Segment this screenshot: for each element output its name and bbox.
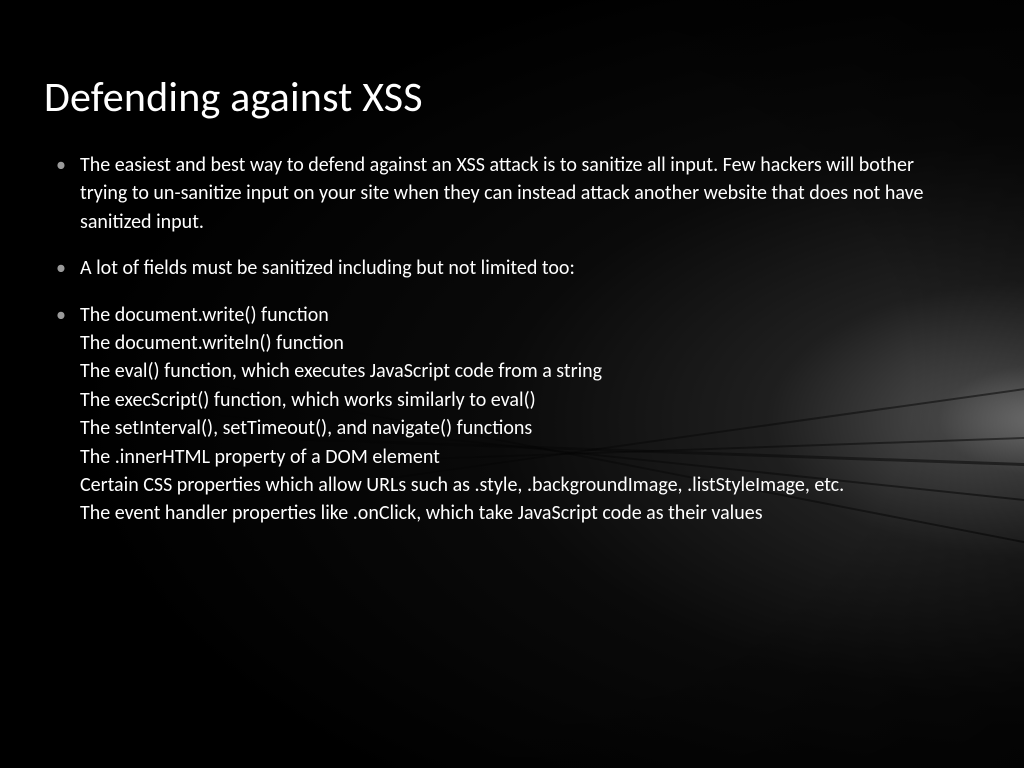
bullet-item: A lot of fields must be sanitized includ… xyxy=(80,254,964,282)
slide: Defending against XSS The easiest and be… xyxy=(0,0,1024,768)
bullet-line: The .innerHTML property of a DOM element xyxy=(80,443,964,471)
bullet-line: The execScript() function, which works s… xyxy=(80,386,964,414)
bullet-line: The event handler properties like .onCli… xyxy=(80,499,964,527)
bullet-item: The easiest and best way to defend again… xyxy=(80,151,964,236)
bullet-line: Certain CSS properties which allow URLs … xyxy=(80,471,964,499)
bullet-line: The eval() function, which executes Java… xyxy=(80,357,964,385)
bullet-line: The setInterval(), setTimeout(), and nav… xyxy=(80,414,964,442)
bullet-item: The document.write() function The docume… xyxy=(80,301,964,528)
bullet-list: The easiest and best way to defend again… xyxy=(46,151,964,528)
bullet-line: The document.write() function xyxy=(80,301,964,329)
slide-title: Defending against XSS xyxy=(44,72,964,123)
bullet-line: The document.writeln() function xyxy=(80,329,964,357)
